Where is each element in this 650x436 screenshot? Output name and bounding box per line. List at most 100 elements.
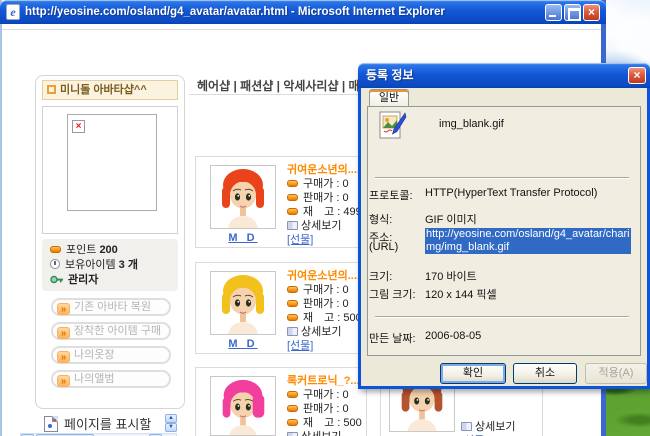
close-button[interactable]: × [583, 3, 600, 21]
detail-link[interactable]: 상세보기 [301, 431, 341, 436]
tab-general[interactable]: 일반 [369, 89, 409, 106]
items-value: 3 개 [118, 259, 138, 271]
coin-icon [287, 208, 298, 215]
item-title[interactable]: 귀여운소년의.... [287, 269, 362, 283]
tab-separator: | [230, 79, 241, 93]
tab-fashion-shop[interactable]: 패션샵 [240, 79, 273, 93]
gift-link[interactable]: [선물] [287, 340, 313, 352]
detail-link[interactable]: 상세보기 [301, 220, 341, 232]
properties-dialog: 등록 정보 × 일반 img_blank.gif 프로토콜: HTTP(Hype… [358, 63, 650, 389]
admin-label: 관리자 [68, 274, 99, 286]
buy-price-row: 구매가 : 0 [287, 283, 362, 297]
sell-price-row: 판매가 : 0 [287, 402, 362, 416]
screen: e http://yeosine.com/osland/g4_avatar/av… [0, 0, 650, 436]
detail-link[interactable]: 상세보기 [475, 421, 515, 433]
detail-row: 상세보기 [287, 325, 362, 339]
tab-hair-shop[interactable]: 헤어샵 [197, 79, 230, 93]
tab-separator: | [273, 79, 284, 93]
scroll-down-button[interactable]: ▼ [165, 423, 177, 432]
gift-row: [선물] [287, 339, 362, 353]
coin-icon [287, 194, 298, 201]
cancel-button[interactable]: 취소 [513, 363, 577, 384]
apply-button[interactable]: 적용(A) [585, 363, 647, 384]
ie-page-icon: e [6, 4, 20, 20]
gift-link[interactable]: [선물] [287, 234, 313, 246]
admin-key-icon [50, 275, 63, 284]
md-links[interactable]: M D [210, 338, 276, 350]
dimensions-value: 120 x 144 픽셀 [425, 289, 497, 301]
chevron-icon: » [57, 351, 70, 363]
separator [375, 316, 629, 318]
avatar-image[interactable] [210, 376, 276, 436]
avatar-preview-box: × [42, 106, 178, 234]
sell-price-row: 판매가 : 0 [287, 297, 362, 311]
minimize-button[interactable] [545, 3, 562, 21]
address-sublabel: (URL) [369, 241, 399, 253]
tab-separator: | [338, 79, 349, 93]
dialog-titlebar[interactable]: 등록 정보 [358, 63, 650, 88]
detail-icon [461, 422, 472, 431]
detail-link[interactable]: 상세보기 [301, 326, 341, 338]
my-album-button[interactable]: » 나의앨범 [51, 370, 171, 388]
separator [375, 177, 629, 179]
sidebar-title-text: 미니돌 아바타샵^^ [60, 84, 147, 96]
protocol-value: HTTP(HyperText Transfer Protocol) [425, 187, 598, 199]
ok-button[interactable]: 확인 [440, 363, 506, 384]
avatar-image[interactable] [210, 165, 276, 229]
shop-tab-bar: 헤어샵 | 패션샵 | 악세사리샵 | 매직샵 [197, 77, 382, 94]
maximize-button[interactable] [564, 3, 581, 21]
size-label: 크기: [369, 271, 393, 283]
restore-avatar-button[interactable]: » 기존 아바타 복원 [51, 298, 171, 316]
item-title[interactable]: 귀여운소년의.... [287, 163, 362, 177]
avatar-preview-frame: × [67, 114, 157, 211]
item-info: 귀여운소년의.... 구매가 : 0 판매가 : 0 재 고 : 500 상세보… [287, 269, 362, 353]
created-value: 2006-08-05 [425, 330, 482, 342]
gift-row: [선물] [287, 233, 362, 247]
chevron-icon: » [57, 375, 70, 387]
item-title[interactable]: 록커트로닉_?... [287, 374, 362, 388]
detail-icon [287, 432, 298, 436]
buy-equipped-label: 장착한 아이템 구매 [74, 325, 162, 337]
detail-row: 상세보기 [461, 420, 515, 434]
coin-icon [287, 180, 298, 187]
points-label: 포인트 [66, 244, 97, 256]
buy-equipped-button[interactable]: » 장착한 아이템 구매 [51, 322, 171, 340]
detail-icon [287, 221, 298, 230]
dimensions-label: 그림 크기: [369, 289, 416, 301]
tab-accessory-shop[interactable]: 악세사리샵 [283, 79, 338, 93]
coin-icon [287, 300, 298, 307]
my-closet-label: 나의옷장 [74, 349, 115, 361]
points-row: 포인트 200 [50, 243, 178, 258]
coin-icon [287, 314, 298, 321]
sidebar: 미니돌 아바타샵^^ × 포인트 200 보유아이템 3 개 관리자 » 기존 아… [35, 75, 185, 409]
stock-row: 재 고 : 500 [287, 311, 362, 325]
type-label: 형식: [369, 214, 393, 226]
md-links[interactable]: M D [210, 232, 276, 244]
point-icon [50, 246, 61, 253]
avatar-image[interactable] [210, 271, 276, 335]
coin-icon [287, 405, 298, 412]
dialog-body: 일반 img_blank.gif 프로토콜: HTTP(HyperText Tr… [358, 88, 650, 389]
dialog-title: 등록 정보 [366, 68, 414, 82]
window-title: http://yeosine.com/osland/g4_avatar/avat… [25, 6, 445, 18]
my-closet-button[interactable]: » 나의옷장 [51, 346, 171, 364]
points-value: 200 [99, 244, 118, 256]
item-card-2: M D 귀여운소년의.... 구매가 : 0 판매가 : 0 재 고 : 500… [195, 262, 367, 354]
window-titlebar[interactable]: e http://yeosine.com/osland/g4_avatar/av… [0, 0, 606, 24]
dialog-filename: img_blank.gif [439, 118, 504, 130]
item-card-1: M D 귀여운소년의.... 구매가 : 0 판매가 : 0 재 고 : 499… [195, 156, 367, 248]
sell-price-row: 판매가 : 0 [287, 191, 362, 205]
item-info: 상세보기 [선물] [461, 420, 515, 436]
detail-row: 상세보기 [287, 430, 362, 436]
sidebar-title: 미니돌 아바타샵^^ [42, 80, 178, 100]
address-value-selected[interactable]: http://yeosine.com/osland/g4_avatar/char… [425, 228, 631, 254]
restore-avatar-label: 기존 아바타 복원 [74, 301, 151, 313]
page-error-text: 페이지를 표시할 [64, 417, 152, 432]
dialog-close-button[interactable]: × [628, 67, 646, 84]
buy-price-row: 구매가 : 0 [287, 177, 362, 191]
owned-items-icon [50, 259, 60, 269]
page-error-icon [44, 416, 58, 432]
size-value: 170 바이트 [425, 271, 477, 283]
items-row: 보유아이템 3 개 [50, 258, 178, 273]
scroll-up-button[interactable]: ▲ [165, 414, 177, 423]
